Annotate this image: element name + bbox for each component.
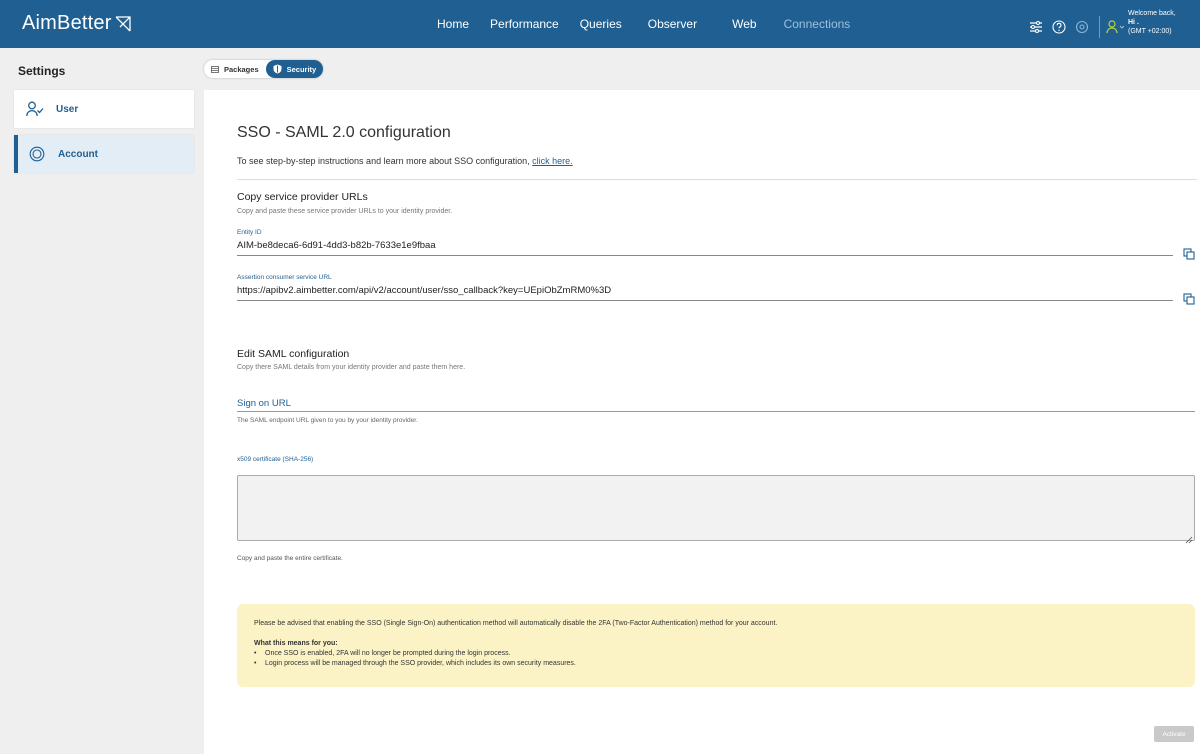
tab-packages[interactable]: Packages xyxy=(204,60,266,78)
top-icons xyxy=(1028,16,1130,38)
tab-packages-label: Packages xyxy=(224,64,259,74)
settings-tabs: Packages Security xyxy=(204,60,324,78)
activate-button[interactable]: Activate xyxy=(1154,726,1194,742)
sidebar-item-account[interactable]: Account xyxy=(14,135,194,173)
logo-text: AimBetter xyxy=(22,12,112,34)
account-circle-icon xyxy=(28,145,46,163)
sp-urls-heading: Copy service provider URLs xyxy=(237,191,368,203)
copy-acs-url-icon[interactable] xyxy=(1183,292,1195,305)
page-title: SSO - SAML 2.0 configuration xyxy=(237,124,451,141)
sidebar-item-user[interactable]: User xyxy=(14,90,194,128)
acs-url-underline xyxy=(237,300,1173,301)
user-name: Hi . xyxy=(1128,19,1139,26)
acs-url-label: Assertion consumer service URL xyxy=(237,274,332,281)
nav-home[interactable]: Home xyxy=(437,17,469,31)
instructions-link[interactable]: click here. xyxy=(532,156,573,166)
entity-id-label: Entity ID xyxy=(237,229,262,236)
top-navigation-bar: AimBetter Home Performance Queries Obser… xyxy=(0,0,1200,48)
sidebar-item-label: Account xyxy=(58,148,98,160)
welcome-block: Welcome back, Hi . (GMT +02:00) xyxy=(1128,9,1176,36)
welcome-text: Welcome back, xyxy=(1128,10,1176,17)
sidebar-item-label: User xyxy=(56,103,79,115)
nav-web[interactable]: Web xyxy=(732,17,756,31)
main-nav: Home Performance Queries Observer Web Co… xyxy=(425,0,850,48)
sign-on-url-input[interactable]: Sign on URL xyxy=(237,398,291,409)
sso-config-panel: SSO - SAML 2.0 configuration To see step… xyxy=(204,90,1200,754)
notice-means-title: What this means for you: xyxy=(254,640,338,647)
settings-gear-icon[interactable] xyxy=(1074,19,1090,35)
intro-text-body: To see step-by-step instructions and lea… xyxy=(237,156,533,166)
entity-id-value[interactable]: AIM-be8deca6-6d91-4dd3-b82b-7633e1e9fbaa xyxy=(237,240,436,251)
intro-text: To see step-by-step instructions and lea… xyxy=(237,156,573,166)
nav-connections[interactable]: Connections xyxy=(784,17,851,31)
shield-icon xyxy=(273,64,282,74)
certificate-textarea[interactable] xyxy=(237,475,1195,541)
cert-help: Copy and paste the entire certificate. xyxy=(237,555,343,562)
copy-entity-id-icon[interactable] xyxy=(1183,247,1195,260)
edit-saml-heading: Edit SAML configuration xyxy=(237,348,350,360)
sidebar-title: Settings xyxy=(18,64,66,78)
help-icon[interactable] xyxy=(1051,19,1067,35)
tab-security-label: Security xyxy=(286,64,317,74)
sign-on-url-help: The SAML endpoint URL given to you by yo… xyxy=(237,417,418,424)
divider xyxy=(1099,16,1100,38)
sp-urls-subtext: Copy and paste these service provider UR… xyxy=(237,208,453,215)
divider xyxy=(237,179,1197,180)
notice-text: Please be advised that enabling the SSO … xyxy=(254,620,778,627)
logo-mark-icon xyxy=(115,15,131,31)
nav-queries[interactable]: Queries xyxy=(580,17,622,31)
notice-bullet: Once SSO is enabled, 2FA will no longer … xyxy=(254,649,1178,659)
aimbetter-logo[interactable]: AimBetter xyxy=(22,12,132,35)
entity-id-underline xyxy=(237,255,1173,256)
user-menu-icon[interactable] xyxy=(1106,20,1126,34)
nav-observer[interactable]: Observer xyxy=(648,17,697,31)
notice-bullets: Once SSO is enabled, 2FA will no longer … xyxy=(254,649,1178,669)
sso-2fa-notice: Please be advised that enabling the SSO … xyxy=(237,604,1195,687)
sign-on-url-underline xyxy=(237,411,1195,412)
acs-url-value[interactable]: https://apibv2.aimbetter.com/api/v2/acco… xyxy=(237,285,611,296)
user-check-icon xyxy=(26,100,44,118)
cert-label: x509 certificate (SHA-256) xyxy=(237,456,314,463)
user-timezone: (GMT +02:00) xyxy=(1128,28,1172,35)
nav-performance[interactable]: Performance xyxy=(490,17,559,31)
filter-sliders-icon[interactable] xyxy=(1028,19,1044,35)
tab-security[interactable]: Security xyxy=(265,60,324,78)
edit-saml-subtext: Copy there SAML details from your identi… xyxy=(237,364,466,371)
notice-bullet: Login process will be managed through th… xyxy=(254,659,1178,669)
resize-handle-icon[interactable] xyxy=(1185,531,1193,549)
package-list-icon xyxy=(211,65,219,73)
